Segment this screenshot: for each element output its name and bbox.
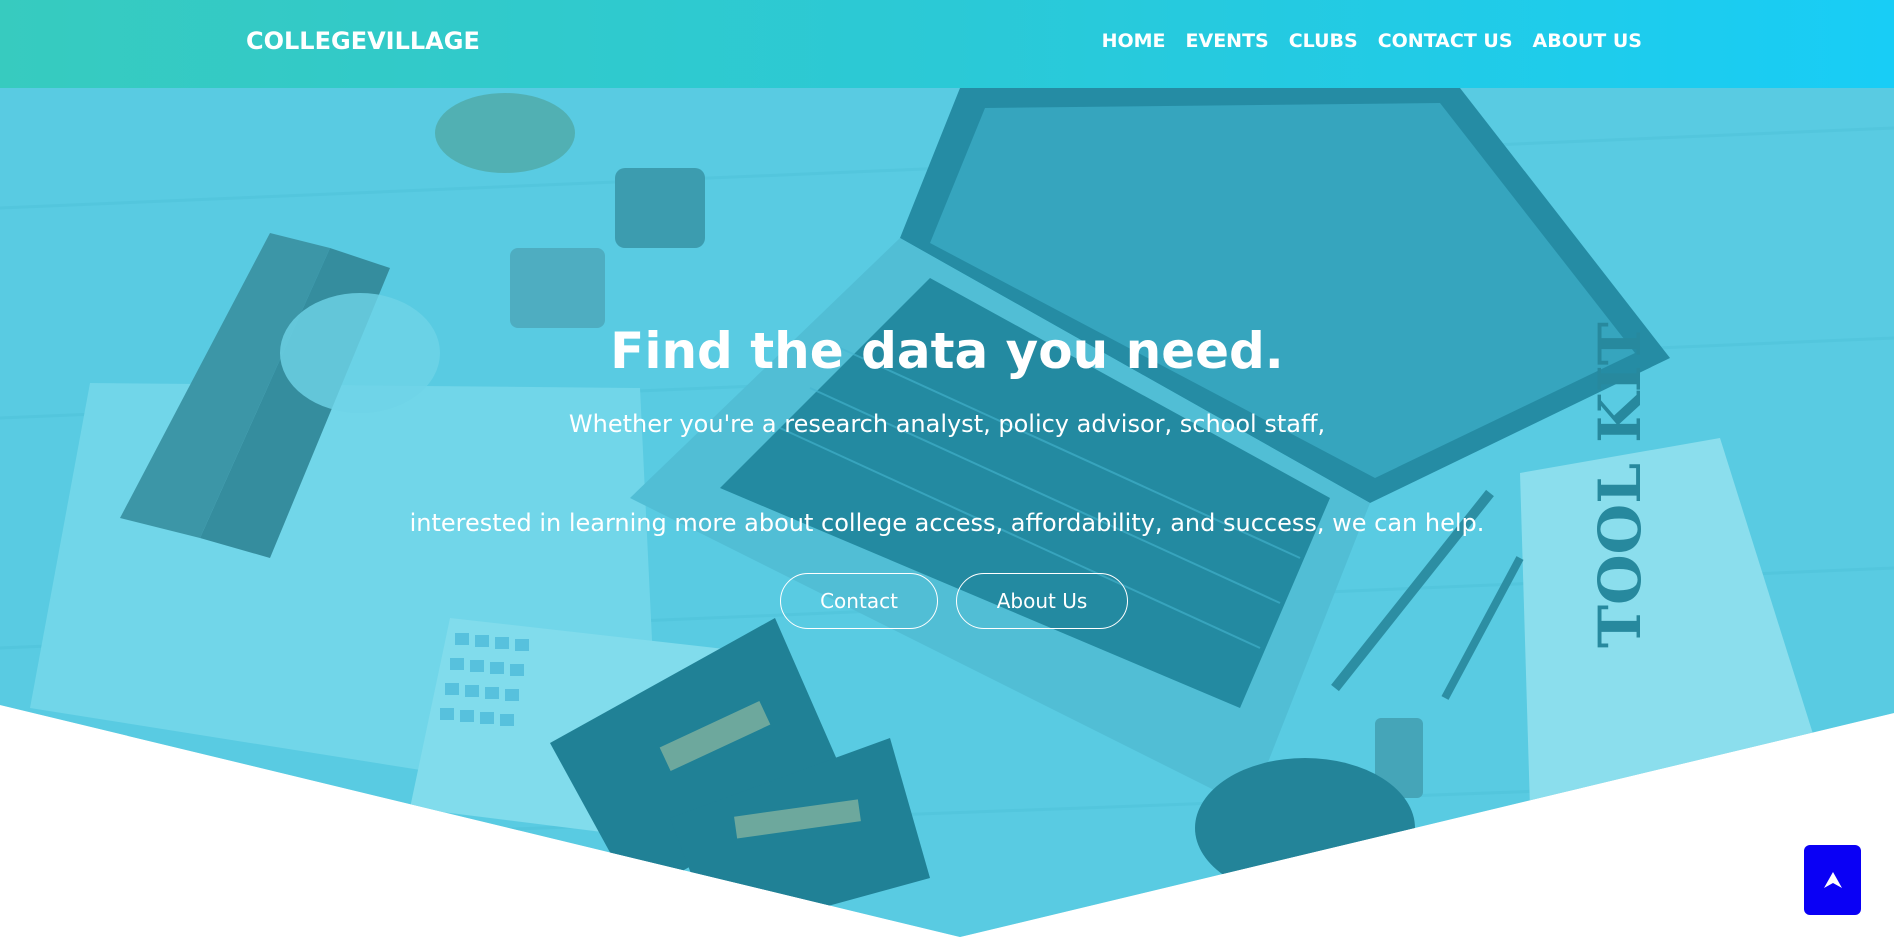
nav-item-about-us[interactable]: ABOUT US xyxy=(1533,30,1642,52)
nav-item-clubs[interactable]: CLUBS xyxy=(1289,30,1358,52)
page: COLLEGEVILLAGE HOME EVENTS CLUBS CONTACT… xyxy=(0,0,1894,937)
scroll-to-top-button[interactable] xyxy=(1804,845,1861,915)
nav-item-home[interactable]: HOME xyxy=(1102,30,1166,52)
arrow-up-icon xyxy=(1823,872,1842,888)
nav-item-contact-us[interactable]: CONTACT US xyxy=(1378,30,1513,52)
top-navbar: COLLEGEVILLAGE HOME EVENTS CLUBS CONTACT… xyxy=(0,0,1894,88)
hero-subtitle-line1: Whether you're a research analyst, polic… xyxy=(568,410,1326,438)
hero-buttons: Contact About Us xyxy=(0,573,1894,629)
hero-subtitle-line2: interested in learning more about colleg… xyxy=(409,509,1485,537)
hero-title: Find the data you need. xyxy=(610,322,1284,380)
contact-button[interactable]: Contact xyxy=(780,573,938,629)
hero-section: TOOL KIT Find the data you need. Whether… xyxy=(0,88,1894,937)
nav-item-events[interactable]: EVENTS xyxy=(1186,30,1269,52)
about-us-button[interactable]: About Us xyxy=(956,573,1128,629)
main-nav: HOME EVENTS CLUBS CONTACT US ABOUT US xyxy=(1102,30,1642,52)
brand-logo[interactable]: COLLEGEVILLAGE xyxy=(246,27,480,55)
